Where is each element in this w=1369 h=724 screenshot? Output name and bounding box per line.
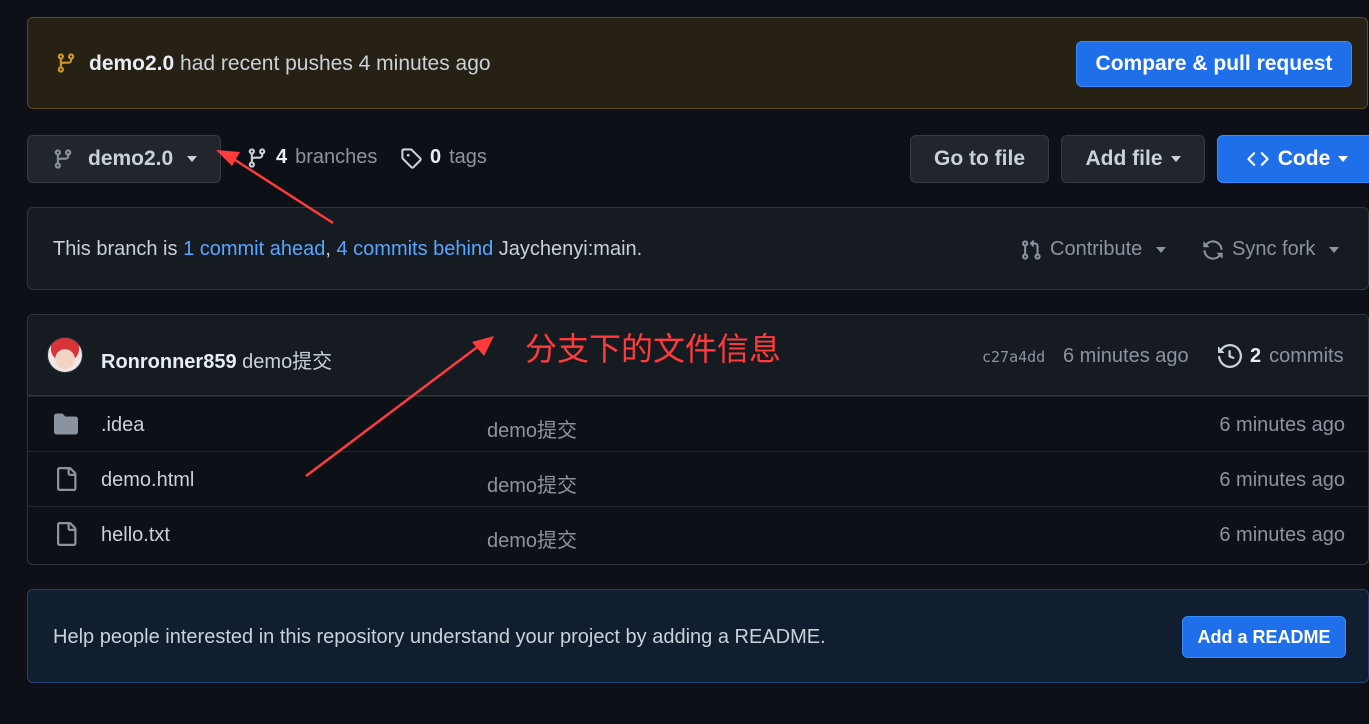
pushed-branch-name[interactable]: demo2.0 xyxy=(89,52,174,75)
current-branch-label: demo2.0 xyxy=(88,147,174,170)
file-row[interactable]: .idea demo提交 6 minutes ago xyxy=(28,396,1368,451)
commit-message[interactable]: demo提交 xyxy=(242,351,332,373)
branch-status-text: This branch is 1 commit ahead, 4 commits… xyxy=(53,238,642,261)
file-name[interactable]: demo.html xyxy=(101,469,194,492)
git-branch-icon xyxy=(52,148,74,170)
branches-link[interactable]: 4 branches xyxy=(246,146,377,169)
annotation-label: 分支下的文件信息 xyxy=(525,331,782,367)
file-row[interactable]: hello.txt demo提交 6 minutes ago xyxy=(28,506,1368,561)
code-label: Code xyxy=(1277,147,1331,170)
contribute-label: Contribute xyxy=(1050,238,1143,260)
file-icon xyxy=(53,467,79,491)
sync-fork-dropdown[interactable]: Sync fork xyxy=(1202,238,1340,261)
file-commit-time: 6 minutes ago xyxy=(1219,414,1345,436)
branches-count: 4 xyxy=(276,146,288,168)
sync-icon xyxy=(1202,239,1224,261)
tags-link[interactable]: 0 tags xyxy=(400,146,487,169)
code-button[interactable]: Code xyxy=(1217,135,1369,183)
go-to-file-button[interactable]: Go to file xyxy=(910,135,1049,183)
file-icon xyxy=(53,522,79,546)
branches-label: branches xyxy=(295,146,378,168)
folder-icon xyxy=(53,412,79,436)
tags-label: tags xyxy=(449,146,487,168)
status-separator: , xyxy=(325,238,331,260)
latest-commit-info: Ronronner859 demo提交 xyxy=(101,345,332,374)
chevron-down-icon xyxy=(1170,156,1181,162)
chevron-down-icon xyxy=(1329,246,1340,253)
readme-prompt-text: Help people interested in this repositor… xyxy=(53,626,826,648)
git-branch-icon xyxy=(55,52,77,74)
file-commit-message[interactable]: demo提交 xyxy=(487,469,577,498)
file-commit-time: 6 minutes ago xyxy=(1219,469,1345,491)
avatar[interactable] xyxy=(47,337,83,373)
commits-behind-link[interactable]: 4 commits behind xyxy=(336,238,493,260)
git-pull-request-icon xyxy=(1020,239,1042,261)
commit-author[interactable]: Ronronner859 xyxy=(101,351,237,373)
branch-selector[interactable]: demo2.0 xyxy=(27,135,221,183)
compare-pull-request-button[interactable]: Compare & pull request xyxy=(1076,41,1352,87)
tag-icon xyxy=(400,147,422,169)
code-icon xyxy=(1246,148,1270,170)
upstream-branch: Jaychenyi:main. xyxy=(498,238,643,260)
file-name[interactable]: hello.txt xyxy=(101,524,170,547)
chevron-down-icon xyxy=(1156,246,1167,253)
add-file-button[interactable]: Add file xyxy=(1061,135,1205,183)
status-prefix: This branch is xyxy=(53,238,178,260)
recent-push-banner: demo2.0 had recent pushes 4 minutes ago … xyxy=(27,17,1368,109)
commits-history-link[interactable]: 2 commits xyxy=(1218,344,1344,368)
commits-count: 2 xyxy=(1250,344,1262,367)
push-message-text: had recent pushes 4 minutes ago xyxy=(180,52,491,75)
contribute-dropdown[interactable]: Contribute xyxy=(1020,238,1167,261)
chevron-down-icon xyxy=(1338,156,1349,162)
readme-prompt: Help people interested in this repositor… xyxy=(27,589,1369,683)
chevron-down-icon xyxy=(187,156,198,162)
go-to-file-label: Go to file xyxy=(934,147,1025,170)
file-commit-time: 6 minutes ago xyxy=(1219,524,1345,546)
add-readme-button[interactable]: Add a README xyxy=(1182,616,1346,658)
file-commit-message[interactable]: demo提交 xyxy=(487,414,577,443)
commits-ahead-link[interactable]: 1 commit ahead xyxy=(183,238,325,260)
sync-fork-label: Sync fork xyxy=(1232,238,1316,260)
branch-status-box: This branch is 1 commit ahead, 4 commits… xyxy=(27,207,1369,290)
file-name[interactable]: .idea xyxy=(101,414,144,437)
push-message: demo2.0 had recent pushes 4 minutes ago xyxy=(89,52,491,76)
history-icon xyxy=(1218,344,1242,368)
file-row[interactable]: demo.html demo提交 6 minutes ago xyxy=(28,451,1368,506)
commits-label: commits xyxy=(1269,344,1344,367)
add-file-label: Add file xyxy=(1085,147,1163,170)
file-commit-message[interactable]: demo提交 xyxy=(487,524,577,553)
commit-time: 6 minutes ago xyxy=(1063,345,1189,367)
commit-sha[interactable]: c27a4dd xyxy=(982,348,1045,366)
git-branch-icon xyxy=(246,147,268,169)
tags-count: 0 xyxy=(430,146,442,168)
